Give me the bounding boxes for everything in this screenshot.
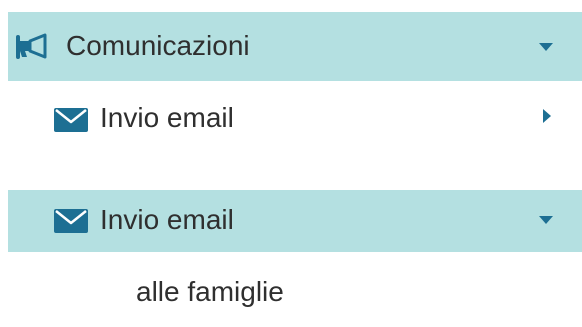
menu-header-label: Invio email (100, 204, 234, 235)
menu-header-label: Comunicazioni (66, 30, 250, 61)
menu-item-invio-email[interactable]: Invio email (8, 84, 582, 150)
caret-right-icon[interactable] (542, 108, 552, 124)
submenu-item[interactable]: alle famiglie (8, 262, 582, 320)
menu-item-label: Invio email (100, 102, 234, 133)
menu-header-invio-email[interactable]: Invio email (8, 190, 582, 252)
caret-down-icon[interactable] (538, 215, 554, 225)
menu-header-comunicazioni[interactable]: Comunicazioni (8, 12, 582, 81)
megaphone-icon (16, 33, 52, 59)
submenu-item-label: alle famiglie (136, 276, 284, 307)
menu-screenshot: Comunicazioni Invio email Invio email al… (0, 0, 582, 327)
caret-down-icon[interactable] (538, 42, 554, 52)
envelope-icon (54, 209, 88, 233)
envelope-icon (54, 108, 88, 132)
